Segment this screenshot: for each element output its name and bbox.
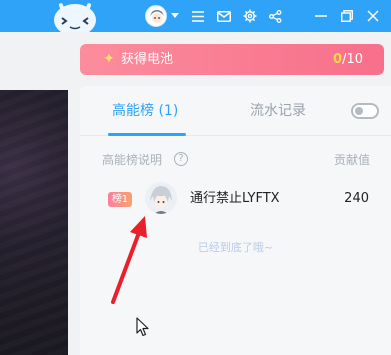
rank-badge: 榜1 — [108, 192, 132, 207]
help-icon[interactable]: ? — [174, 152, 188, 166]
battery-current: 0 — [333, 52, 343, 67]
minimize-icon[interactable] — [312, 0, 330, 32]
close-icon[interactable] — [364, 0, 382, 32]
gear-icon[interactable] — [241, 0, 259, 32]
tab-flow-records[interactable]: 流水记录 — [250, 101, 306, 121]
battery-label: 获得电池 — [121, 52, 174, 67]
battery-total: /10 — [342, 52, 363, 67]
caret-down-icon[interactable] — [169, 0, 181, 32]
live-video-area[interactable] — [0, 90, 68, 355]
lightning-icon: ✦ — [103, 51, 115, 67]
red-arrow-annotation — [111, 216, 147, 304]
share-icon[interactable] — [266, 0, 284, 32]
hamburger-menu-icon[interactable] — [189, 0, 207, 32]
title-bar — [0, 0, 391, 32]
tab-high-energy-rank[interactable]: 高能榜 (1) — [112, 101, 178, 121]
toggle-knob — [355, 107, 363, 115]
toggle-switch[interactable] — [351, 103, 379, 119]
mail-icon[interactable] — [215, 0, 233, 32]
mouse-cursor-icon — [136, 317, 149, 337]
battery-count: 0/10 — [333, 44, 363, 75]
active-tab-indicator — [108, 133, 186, 136]
get-battery-banner[interactable]: ✦ 获得电池 0/10 — [80, 44, 384, 75]
rank-description-link[interactable]: 高能榜说明 — [102, 152, 162, 168]
user-avatar[interactable] — [145, 182, 177, 214]
contribution-header: 贡献值 — [333, 153, 370, 167]
rank-username[interactable]: 通行禁止LYFTX — [190, 190, 280, 208]
panel-tabs: 高能榜 (1) 流水记录 — [80, 86, 391, 136]
restore-icon[interactable] — [338, 0, 356, 32]
rank-contribution-value: 240 — [344, 191, 369, 206]
bilibili-tv-mascot-icon — [54, 3, 96, 32]
user-avatar[interactable] — [145, 5, 167, 27]
